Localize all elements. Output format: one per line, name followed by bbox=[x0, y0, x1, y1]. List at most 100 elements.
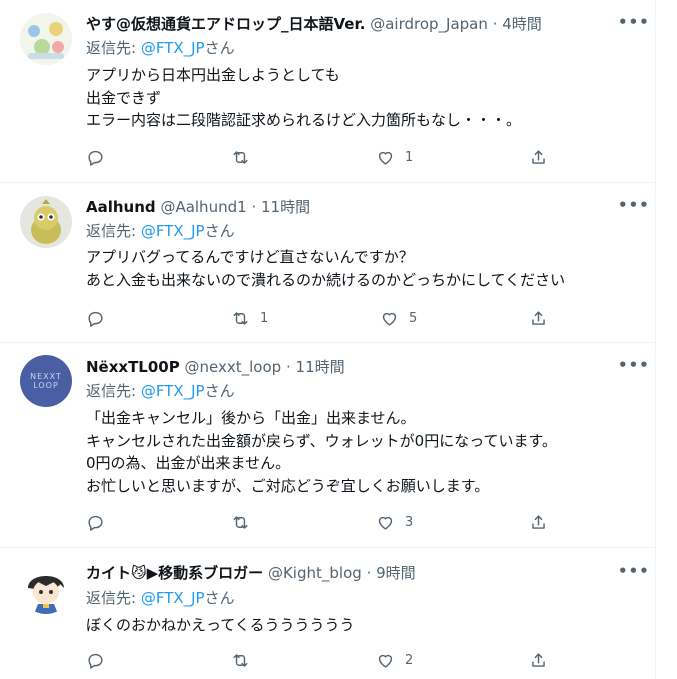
timestamp[interactable]: 4時間 bbox=[502, 15, 542, 33]
tweet-header: NëxxTL00P @nexxt_loop · 11時間 bbox=[86, 357, 606, 377]
like-count: 1 bbox=[405, 149, 414, 165]
reply-button[interactable] bbox=[86, 648, 115, 672]
retweet-icon bbox=[233, 653, 248, 667]
like-button[interactable]: 5 bbox=[380, 306, 417, 330]
reply-suffix: さん bbox=[204, 222, 235, 240]
replying-to: 返信先: @FTX_JPさん bbox=[86, 221, 235, 241]
replying-to: 返信先: @FTX_JPさん bbox=[86, 588, 235, 608]
reply-feed: やす@仮想通貨エアドロップ_日本語Ver. @airdrop_Japan · 4… bbox=[0, 0, 656, 679]
user-handle[interactable]: @Kight_blog bbox=[268, 564, 362, 582]
like-icon bbox=[378, 151, 393, 165]
retweet-button[interactable] bbox=[231, 648, 260, 672]
reply-icon bbox=[88, 311, 103, 327]
display-name[interactable]: カイト😼▶移動系ブロガー bbox=[86, 564, 263, 582]
reply-button[interactable] bbox=[86, 145, 115, 169]
share-icon bbox=[532, 310, 545, 325]
timestamp[interactable]: 11時間 bbox=[261, 198, 310, 216]
retweet-icon bbox=[233, 515, 248, 529]
tweet-text: 「出金キャンセル」後から「出金」出来ません。 キャンセルされた出金額が戻らず、ウ… bbox=[86, 407, 636, 497]
tweet-text: ぼくのおかねかえってくるうううううう bbox=[86, 614, 636, 637]
share-icon bbox=[532, 652, 545, 667]
reply-to-link[interactable]: @FTX_JP bbox=[141, 222, 205, 240]
like-icon bbox=[378, 516, 393, 530]
tweet-line: 「出金キャンセル」後から「出金」出来ません。 bbox=[86, 409, 416, 427]
like-icon bbox=[378, 654, 393, 668]
reply-to-link[interactable]: @FTX_JP bbox=[141, 39, 205, 57]
share-button[interactable] bbox=[529, 510, 548, 534]
replying-to: 返信先: @FTX_JPさん bbox=[86, 38, 235, 58]
tweet-text: アプリから日本円出金しようとしても 出金できず エラー内容は二段階認証求められる… bbox=[86, 64, 636, 132]
share-button[interactable] bbox=[529, 306, 548, 330]
display-name[interactable]: NëxxTL00P bbox=[86, 358, 180, 376]
action-bar: 1 5 bbox=[0, 306, 656, 330]
retweet-icon bbox=[233, 150, 248, 164]
like-button[interactable]: 1 bbox=[376, 145, 413, 169]
user-handle[interactable]: @nexxt_loop bbox=[185, 358, 282, 376]
reply-suffix: さん bbox=[204, 39, 235, 57]
tweet-line: 出金できず bbox=[86, 88, 162, 107]
like-button[interactable]: 2 bbox=[376, 648, 413, 672]
tweet-line: アプリバグってるんですけど直さないんですか？ bbox=[86, 248, 414, 266]
tweet-line: エラー内容は二段階認証求められるけど入力箇所もなし・・・。 bbox=[86, 111, 522, 130]
like-icon bbox=[382, 312, 397, 326]
user-handle[interactable]: @airdrop_Japan bbox=[370, 15, 488, 33]
reply-to-link[interactable]: @FTX_JP bbox=[141, 382, 205, 400]
tweet-aalhund[interactable]: Aalhund @Aalhund1 · 11時間 ••• 返信先: @FTX_J… bbox=[0, 183, 656, 343]
avatar[interactable]: NEXXT LOOP bbox=[20, 355, 72, 407]
tweet-kight-blog[interactable]: カイト😼▶移動系ブロガー @Kight_blog · 9時間 ••• 返信先: … bbox=[0, 548, 656, 679]
tweet-nexxt-loop[interactable]: NEXXT LOOP NëxxTL00P @nexxt_loop · 11時間 … bbox=[0, 343, 656, 548]
timestamp[interactable]: 11時間 bbox=[296, 358, 345, 376]
avatar[interactable] bbox=[20, 196, 72, 248]
reply-label: 返信先: bbox=[86, 382, 141, 400]
more-icon[interactable]: ••• bbox=[618, 195, 649, 215]
separator-dot: · bbox=[366, 564, 372, 582]
action-bar: 1 bbox=[0, 145, 656, 169]
timestamp[interactable]: 9時間 bbox=[376, 564, 416, 582]
replying-to: 返信先: @FTX_JPさん bbox=[86, 381, 235, 401]
user-handle[interactable]: @Aalhund1 bbox=[160, 198, 246, 216]
tweet-text: アプリバグってるんですけど直さないんですか？ あと入金も出来ないので潰れるのか続… bbox=[86, 246, 636, 291]
action-bar: 2 bbox=[0, 648, 656, 672]
retweet-button[interactable] bbox=[231, 145, 260, 169]
reply-button[interactable] bbox=[86, 306, 115, 330]
share-button[interactable] bbox=[529, 648, 548, 672]
share-icon bbox=[532, 149, 545, 164]
share-button[interactable] bbox=[529, 145, 548, 169]
reply-button[interactable] bbox=[86, 510, 115, 534]
separator-dot: · bbox=[285, 358, 291, 376]
retweet-button[interactable]: 1 bbox=[231, 306, 268, 330]
avatar[interactable] bbox=[20, 562, 72, 614]
tweet-line: 0円の為、出金が出来ません。 bbox=[86, 454, 291, 473]
more-icon[interactable]: ••• bbox=[618, 561, 649, 581]
retweet-count: 1 bbox=[260, 310, 269, 326]
tweet-line: ぼくのおかねかえってくるうううううう bbox=[86, 616, 355, 634]
tweet-header: Aalhund @Aalhund1 · 11時間 bbox=[86, 197, 606, 217]
tweet-line: アプリから日本円出金しようとしても bbox=[86, 66, 340, 84]
tweet-header: やす@仮想通貨エアドロップ_日本語Ver. @airdrop_Japan · 4… bbox=[86, 14, 606, 34]
separator-dot: · bbox=[251, 198, 257, 216]
tweet-header: カイト😼▶移動系ブロガー @Kight_blog · 9時間 bbox=[86, 563, 606, 583]
reply-suffix: さん bbox=[204, 589, 235, 607]
like-count: 2 bbox=[405, 652, 414, 668]
avatar[interactable] bbox=[20, 13, 72, 65]
action-bar: 3 bbox=[0, 510, 656, 534]
reply-label: 返信先: bbox=[86, 589, 141, 607]
share-icon bbox=[532, 514, 545, 529]
like-button[interactable]: 3 bbox=[376, 510, 413, 534]
avatar-logo: NEXXT LOOP bbox=[30, 372, 62, 390]
display-name[interactable]: Aalhund bbox=[86, 198, 156, 216]
reply-label: 返信先: bbox=[86, 222, 141, 240]
tweet-line: キャンセルされた出金額が戻らず、ウォレットが0円になっています。 bbox=[86, 431, 557, 450]
tweet-airdrop-japan[interactable]: やす@仮想通貨エアドロップ_日本語Ver. @airdrop_Japan · 4… bbox=[0, 0, 656, 183]
like-count: 5 bbox=[409, 310, 418, 326]
tweet-line: あと入金も出来ないので潰れるのか続けるのかどっちかにしてください bbox=[86, 270, 566, 289]
more-icon[interactable]: ••• bbox=[618, 12, 649, 32]
more-icon[interactable]: ••• bbox=[618, 355, 649, 375]
tweet-line: お忙しいと思いますが、ご対応どうぞ宜しくお願いします。 bbox=[86, 476, 490, 495]
reply-suffix: さん bbox=[204, 382, 235, 400]
like-count: 3 bbox=[405, 514, 414, 530]
display-name[interactable]: やす@仮想通貨エアドロップ_日本語Ver. bbox=[86, 15, 365, 33]
retweet-button[interactable] bbox=[231, 510, 260, 534]
reply-icon bbox=[88, 150, 103, 166]
reply-to-link[interactable]: @FTX_JP bbox=[141, 589, 205, 607]
